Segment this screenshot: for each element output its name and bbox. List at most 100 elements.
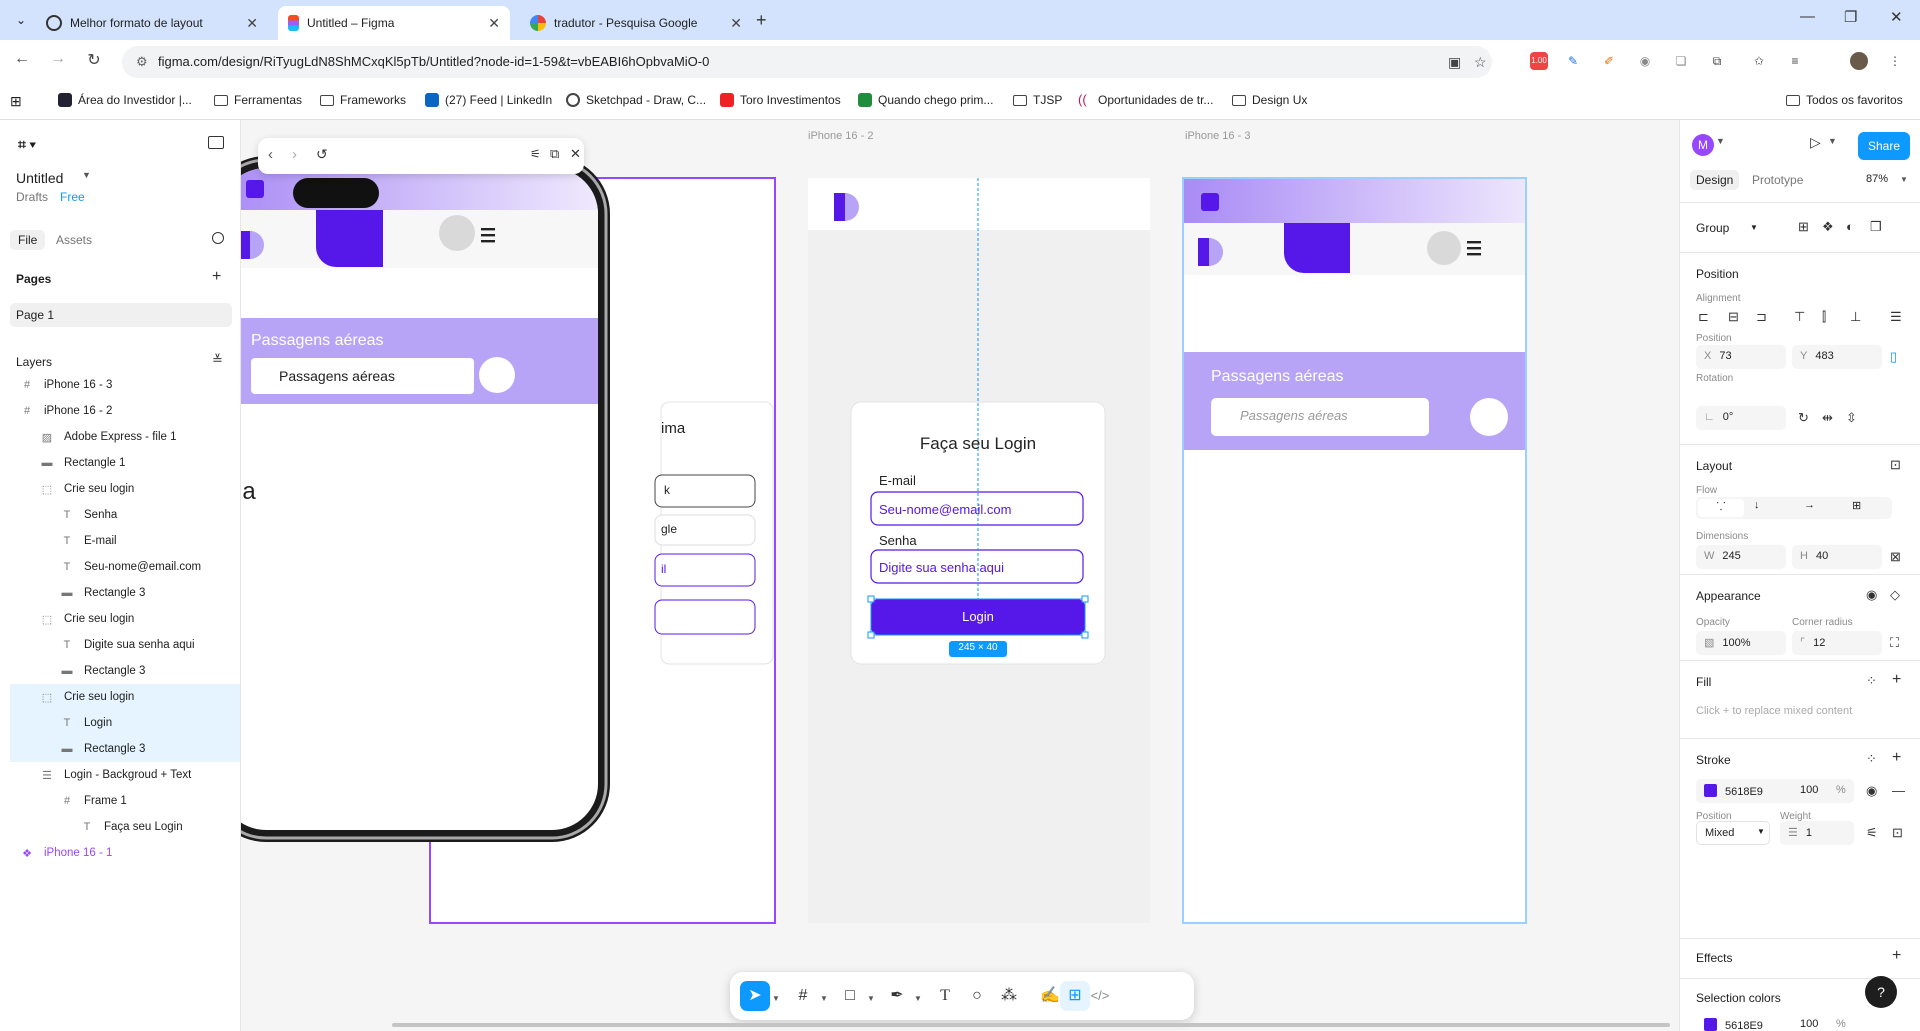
layer-row[interactable]: T Seu-nome@email.com [10, 554, 240, 580]
flow-freeform-icon[interactable]: ⸪ [1698, 499, 1744, 517]
stroke-settings-icon[interactable]: ⚟ [1866, 825, 1878, 841]
open-external-icon[interactable]: ⧉ [550, 146, 559, 162]
width-field[interactable]: W 245 [1696, 545, 1786, 569]
extensions-puzzle-icon[interactable]: ⧉ [1708, 52, 1726, 70]
site-info-icon[interactable]: ⚙ [136, 54, 148, 70]
grid-icon[interactable]: ⊞ [1798, 219, 1809, 235]
align-right-icon[interactable]: ⊐ [1756, 309, 1767, 325]
stroke-color-field[interactable]: 5618E9 100 % [1696, 779, 1854, 803]
resize-icon[interactable]: ⊠ [1890, 549, 1901, 565]
mask-icon[interactable]: ◐ [1846, 219, 1854, 234]
phone-banner-title[interactable]: Passagens aéreas [251, 332, 384, 350]
bookmark-item[interactable]: (27) Feed | LinkedIn [425, 93, 552, 107]
frame-tool-icon[interactable]: # [788, 981, 818, 1011]
add-stroke-icon[interactable]: + [1892, 749, 1901, 767]
actions-tool-icon[interactable]: ⁂ [994, 981, 1024, 1011]
flip-horizontal-icon[interactable]: ⇹ [1822, 410, 1833, 426]
bookmark-folder[interactable]: Ferramentas [214, 93, 302, 107]
selection-type[interactable]: Group [1696, 221, 1729, 235]
all-bookmarks-folder[interactable]: Todos os favoritos [1786, 93, 1903, 107]
constraints-icon[interactable]: ▯ [1890, 349, 1897, 365]
zoom-level[interactable]: 87% [1866, 173, 1888, 185]
plan-badge[interactable]: Free [60, 190, 85, 204]
minimize-icon[interactable]: — [1800, 8, 1815, 25]
close-icon[interactable]: ✕ [246, 15, 258, 32]
bookmark-folder[interactable]: Frameworks [320, 93, 406, 107]
layer-row[interactable]: T Faça seu Login [10, 814, 240, 840]
favorites-star-icon[interactable]: ✩ [1750, 52, 1768, 70]
dev-mode-icon[interactable]: </> [1085, 981, 1115, 1011]
radius-field[interactable]: ⌜ 12 [1792, 631, 1882, 655]
restart-icon[interactable]: ↺ [316, 146, 328, 163]
layer-row[interactable]: ⬚ Crie seu login [10, 606, 240, 632]
frame-label-iphone-16-3[interactable]: iPhone 16 - 3 [1185, 130, 1250, 142]
search-icon[interactable] [212, 232, 224, 244]
comment-tool-icon[interactable]: ○ [962, 981, 992, 1011]
flow-vertical-icon[interactable]: ↓ [1754, 499, 1760, 511]
chevron-down-icon[interactable]: ▼ [914, 994, 922, 1003]
boolean-icon[interactable]: ❒ [1870, 219, 1882, 235]
bookmark-item[interactable]: Toro Investimentos [720, 93, 841, 107]
bookmark-folder[interactable]: TJSP [1013, 93, 1062, 107]
layer-row[interactable]: # iPhone 16 - 3 [10, 372, 240, 398]
add-page-icon[interactable]: + [212, 268, 221, 286]
email-placeholder[interactable]: Seu-nome@email.com [879, 502, 1011, 517]
toggle-sidebar-icon[interactable] [208, 136, 224, 149]
apps-grid-icon[interactable]: ⊞ [10, 93, 22, 110]
extension-copy-icon[interactable]: ❏ [1672, 52, 1690, 70]
layer-row[interactable]: ❖ iPhone 16 - 1 [10, 840, 240, 866]
back-icon[interactable]: ← [10, 50, 34, 68]
browser-tab-1[interactable]: Melhor formato de layout ✕ [36, 6, 268, 40]
tab-assets[interactable]: Assets [48, 230, 100, 250]
chevron-down-icon[interactable]: ▼ [1900, 175, 1908, 184]
browser-menu-icon[interactable]: ⋮ [1886, 52, 1904, 70]
canvas[interactable]: iPhone 16 - 2 iPhone 16 - 3 ia ima k gle… [241, 120, 1679, 1031]
selection-swatch[interactable] [1704, 1018, 1717, 1031]
file-location[interactable]: Drafts [16, 190, 48, 204]
email-label[interactable]: E-mail [879, 473, 916, 488]
login-title[interactable]: Faça seu Login [851, 434, 1105, 454]
styles-grid-icon[interactable]: ⁘ [1866, 673, 1877, 689]
distribute-icon[interactable]: ☰ [1890, 309, 1902, 325]
prev-icon[interactable]: ‹ [268, 146, 273, 163]
chevron-down-icon[interactable]: ▼ [867, 994, 875, 1003]
remove-stroke-icon[interactable]: — [1892, 783, 1905, 798]
layer-row[interactable]: # Frame 1 [10, 788, 240, 814]
rectangle-tool-icon[interactable]: □ [835, 981, 865, 1011]
add-effect-icon[interactable]: + [1892, 947, 1901, 965]
profile-avatar[interactable] [1850, 52, 1868, 70]
login-button[interactable]: Login [871, 609, 1085, 624]
text-tool-icon[interactable]: T [930, 981, 960, 1011]
move-tool-icon[interactable]: ➤ [740, 981, 770, 1011]
layer-row[interactable]: ▨ Adobe Express - file 1 [10, 424, 240, 450]
extension-pen-icon[interactable]: ✎ [1564, 52, 1582, 70]
visibility-eye-icon[interactable]: ◉ [1866, 587, 1877, 603]
layer-row[interactable]: ⬚ Crie seu login [10, 684, 240, 710]
x-field[interactable]: X 73 [1696, 345, 1786, 369]
forward-icon[interactable]: → [46, 50, 70, 68]
visibility-eye-icon[interactable]: ◉ [1866, 783, 1877, 799]
layer-row[interactable]: T Login [10, 710, 240, 736]
share-button[interactable]: Share [1858, 132, 1910, 160]
tab-search-chevron-icon[interactable]: ⌄ [10, 10, 32, 30]
layer-row[interactable]: ▬ Rectangle 3 [10, 736, 240, 762]
align-bottom-icon[interactable]: ⊥ [1850, 309, 1861, 325]
layer-row[interactable]: ▬ Rectangle 3 [10, 580, 240, 606]
blend-mode-icon[interactable]: ◇ [1890, 587, 1900, 603]
close-preview-icon[interactable]: ✕ [570, 146, 581, 162]
canvas-horizontal-scrollbar[interactable] [392, 1023, 1670, 1027]
flow-horizontal-icon[interactable]: → [1804, 499, 1815, 511]
figma-menu-icon[interactable]: ⌗ ▾ [18, 136, 36, 153]
layer-row[interactable]: # iPhone 16 - 2 [10, 398, 240, 424]
password-placeholder[interactable]: Digite sua senha aqui [879, 560, 1004, 575]
clipboard-icon[interactable]: ▣ [1448, 54, 1461, 71]
new-tab-icon[interactable]: + [756, 10, 767, 31]
chevron-down-icon[interactable]: ▼ [82, 170, 91, 180]
opacity-field[interactable]: ▧ 100% [1696, 631, 1786, 655]
pen-tool-icon[interactable]: ✒ [882, 981, 912, 1011]
layer-row[interactable]: T E-mail [10, 528, 240, 554]
bookmark-folder[interactable]: Design Ux [1232, 93, 1307, 107]
bookmark-item[interactable]: Quando chego prim... [858, 93, 993, 107]
selection-color-field[interactable]: 5618E9 100 % [1696, 1013, 1854, 1031]
stroke-swatch[interactable] [1704, 784, 1717, 797]
